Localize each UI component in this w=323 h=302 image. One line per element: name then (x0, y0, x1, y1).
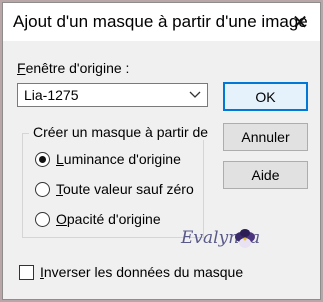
radio-button[interactable] (35, 181, 50, 197)
dialog-title: Ajout d'un masque à partir d'une image (13, 12, 308, 31)
radio-button-selected[interactable] (35, 151, 50, 167)
cancel-button[interactable]: Annuler (223, 123, 308, 151)
radio-luminance-label: Luminance d'origine (56, 151, 181, 167)
source-window-value: Lia-1275 (24, 87, 79, 103)
mask-dialog: Ajout d'un masque à partir d'une image ✕… (3, 3, 320, 299)
chevron-down-icon (189, 91, 201, 98)
invert-label: Inverser les données du masque (40, 264, 244, 280)
radio-nonzero[interactable]: Toute valeur sauf zéro (35, 181, 194, 197)
invert-checkbox[interactable] (19, 264, 34, 280)
title-bar: Ajout d'un masque à partir d'une image ✕ (3, 3, 320, 41)
group-label: Créer un masque à partir de (29, 124, 213, 140)
source-window-select[interactable]: Lia-1275 (17, 83, 208, 107)
radio-opacity-label: Opacité d'origine (56, 211, 161, 227)
watermark-logo: Evalynda (180, 228, 260, 248)
invert-mask-option[interactable]: Inverser les données du masque (19, 264, 243, 280)
source-window-label: Fenêtre d'origine : (17, 60, 129, 76)
radio-nonzero-label: Toute valeur sauf zéro (56, 181, 194, 197)
radio-luminance[interactable]: Luminance d'origine (35, 151, 181, 167)
source-label-rest: enêtre d'origine : (25, 60, 130, 76)
radio-opacity[interactable]: Opacité d'origine (35, 211, 161, 227)
close-icon[interactable]: ✕ (283, 5, 317, 39)
ok-button[interactable]: OK (223, 82, 308, 111)
radio-button[interactable] (35, 211, 50, 227)
help-button[interactable]: Aide (223, 161, 308, 189)
source-label-mnemonic: F (17, 60, 26, 76)
